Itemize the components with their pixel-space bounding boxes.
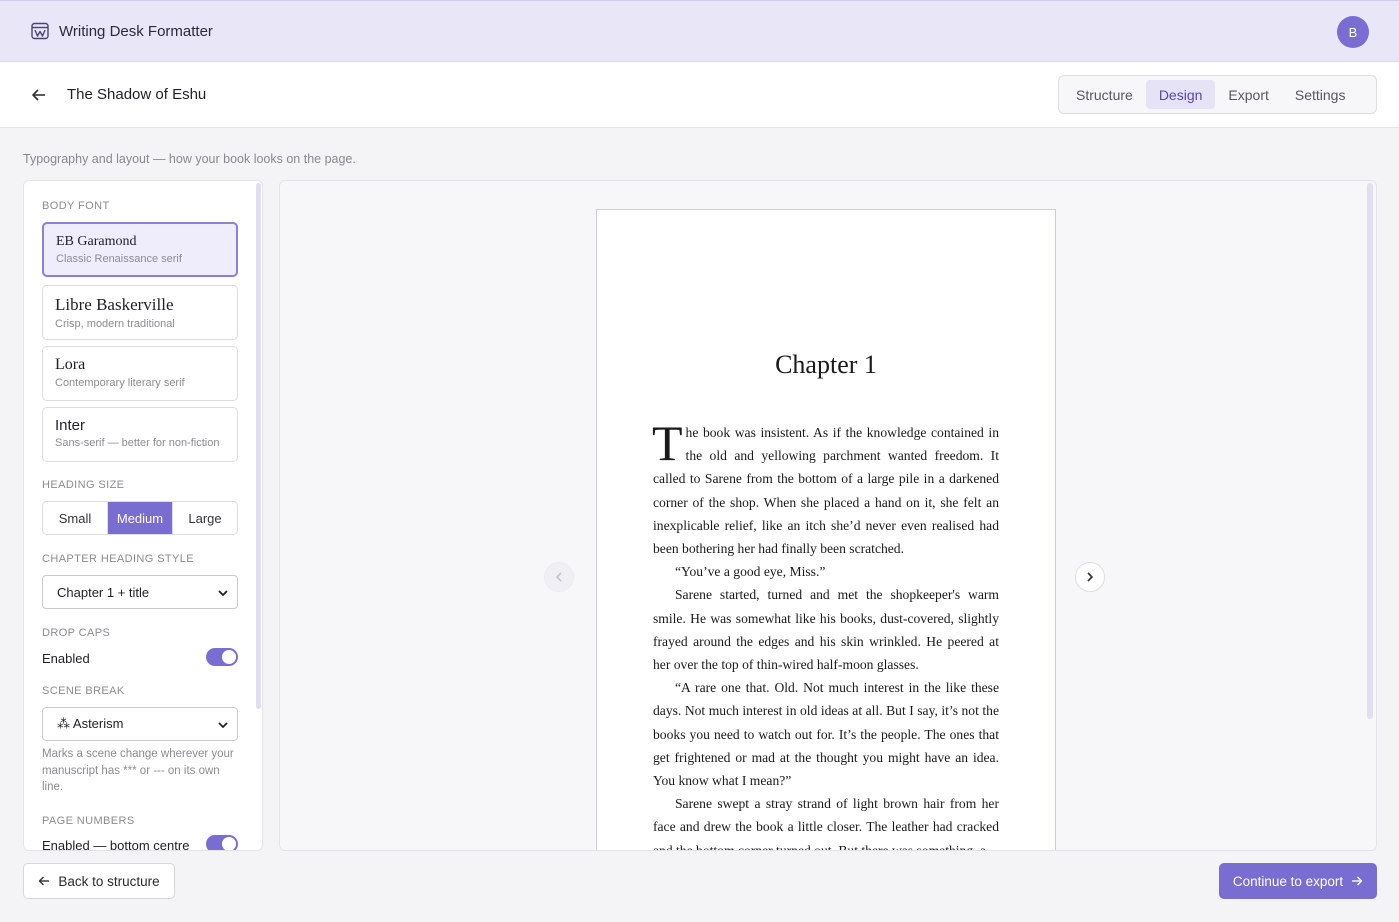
continue-to-export-label: Continue to export	[1232, 873, 1344, 889]
page-subtitle: Typography and layout — how your book lo…	[23, 152, 356, 166]
page-numbers-toggle[interactable]	[206, 835, 238, 850]
drop-caps-label: Drop caps	[42, 627, 111, 639]
chapter-heading-style-value: Chapter 1 + title	[57, 584, 150, 600]
drop-cap: T	[652, 415, 683, 471]
font-option-name: Libre Baskerville	[55, 295, 174, 314]
design-settings-panel: Body font EB Garamond Classic Renaissanc…	[23, 180, 263, 851]
user-avatar[interactable]: B	[1337, 16, 1369, 48]
app-title: Writing Desk Formatter	[59, 22, 213, 40]
font-option-desc: Contemporary literary serif	[55, 377, 185, 389]
page-preview: Chapter 1 The book was insistent. As if …	[279, 180, 1377, 851]
chevron-left-icon	[556, 572, 562, 582]
heading-size-small[interactable]: Small	[43, 502, 108, 534]
page-numbers-row: Enabled — bottom centre	[42, 835, 238, 851]
body-font-label: Body font	[42, 200, 110, 212]
page-numbers-value: Enabled — bottom centre	[42, 837, 190, 851]
font-option-desc: Classic Renaissance serif	[56, 253, 182, 265]
section-tabs: Structure Design Export Settings	[1058, 75, 1377, 114]
back-arrow-icon[interactable]	[30, 86, 48, 104]
scene-break-value: ⁂ Asterism	[57, 716, 124, 731]
previous-page-button[interactable]	[544, 562, 574, 592]
first-paragraph: The book was insistent. As if the knowle…	[652, 415, 999, 560]
heading-size-label: Heading size	[42, 479, 125, 491]
tab-settings[interactable]: Settings	[1282, 80, 1359, 109]
drop-caps-toggle[interactable]	[206, 648, 238, 666]
font-option-desc: Crisp, modern traditional	[55, 318, 175, 330]
back-to-structure-button[interactable]: Back to structure	[23, 863, 175, 899]
writing-desk-logo-icon	[30, 21, 50, 41]
continue-to-export-button[interactable]: Continue to export	[1219, 863, 1377, 899]
panel-scrollbar-thumb[interactable]	[256, 183, 261, 709]
font-option-libre-baskerville[interactable]: Libre Baskerville Crisp, modern traditio…	[42, 285, 238, 340]
arrow-left-icon	[38, 875, 50, 887]
app-bar: Writing Desk Formatter B	[0, 0, 1399, 62]
paragraph: “You’ve a good eye, Miss.”	[675, 564, 826, 580]
scene-break-select[interactable]: ⁂ Asterism	[42, 707, 238, 741]
chevron-down-icon	[217, 587, 229, 599]
paragraph: “A rare one that. Old. Not much interest…	[653, 680, 999, 789]
heading-size-medium[interactable]: Medium	[108, 502, 173, 534]
toggle-knob	[222, 837, 236, 850]
heading-size-large[interactable]: Large	[173, 502, 237, 534]
toggle-knob	[222, 650, 236, 664]
arrow-right-icon	[1351, 875, 1363, 887]
font-option-inter[interactable]: Inter Sans-serif — better for non-fictio…	[42, 407, 238, 462]
page-body-text: The book was insistent. As if the knowle…	[652, 415, 999, 851]
font-option-name: EB Garamond	[56, 234, 137, 249]
drop-caps-row: Enabled	[42, 648, 238, 668]
next-page-button[interactable]	[1075, 562, 1105, 592]
chevron-down-icon	[217, 719, 229, 731]
font-option-lora[interactable]: Lora Contemporary literary serif	[42, 346, 238, 401]
page-numbers-label: Page numbers	[42, 815, 135, 827]
paragraph: Sarene started, turned and met the shopk…	[653, 587, 999, 673]
paragraph: Sarene swept a stray strand of light bro…	[653, 796, 999, 851]
book-header: The Shadow of Eshu Structure Design Expo…	[0, 62, 1399, 128]
scene-break-help: Marks a scene change wherever your manus…	[42, 748, 234, 793]
preview-scrollbar-thumb[interactable]	[1367, 183, 1373, 719]
book-page: Chapter 1 The book was insistent. As if …	[596, 209, 1056, 851]
font-option-desc: Sans-serif — better for non-fiction	[55, 437, 220, 449]
heading-size-selector: Small Medium Large	[42, 501, 238, 535]
tab-export[interactable]: Export	[1215, 80, 1281, 109]
drop-caps-value: Enabled	[42, 650, 90, 666]
chevron-right-icon	[1087, 572, 1093, 582]
font-option-eb-garamond[interactable]: EB Garamond Classic Renaissance serif	[42, 222, 238, 277]
book-title: The Shadow of Eshu	[67, 86, 207, 103]
scene-break-label: Scene break	[42, 685, 125, 697]
first-paragraph-text: he book was insistent. As if the knowled…	[653, 425, 999, 557]
chapter-heading-style-label: Chapter heading style	[42, 553, 195, 565]
font-option-name: Lora	[55, 356, 86, 373]
tab-design[interactable]: Design	[1145, 80, 1216, 109]
chapter-heading-style-select[interactable]: Chapter 1 + title	[42, 575, 238, 609]
panel-scrollbar[interactable]	[256, 183, 261, 850]
tab-structure[interactable]: Structure	[1063, 80, 1146, 109]
chapter-title: Chapter 1	[775, 350, 877, 379]
back-to-structure-label: Back to structure	[58, 873, 160, 889]
font-option-name: Inter	[55, 417, 86, 434]
